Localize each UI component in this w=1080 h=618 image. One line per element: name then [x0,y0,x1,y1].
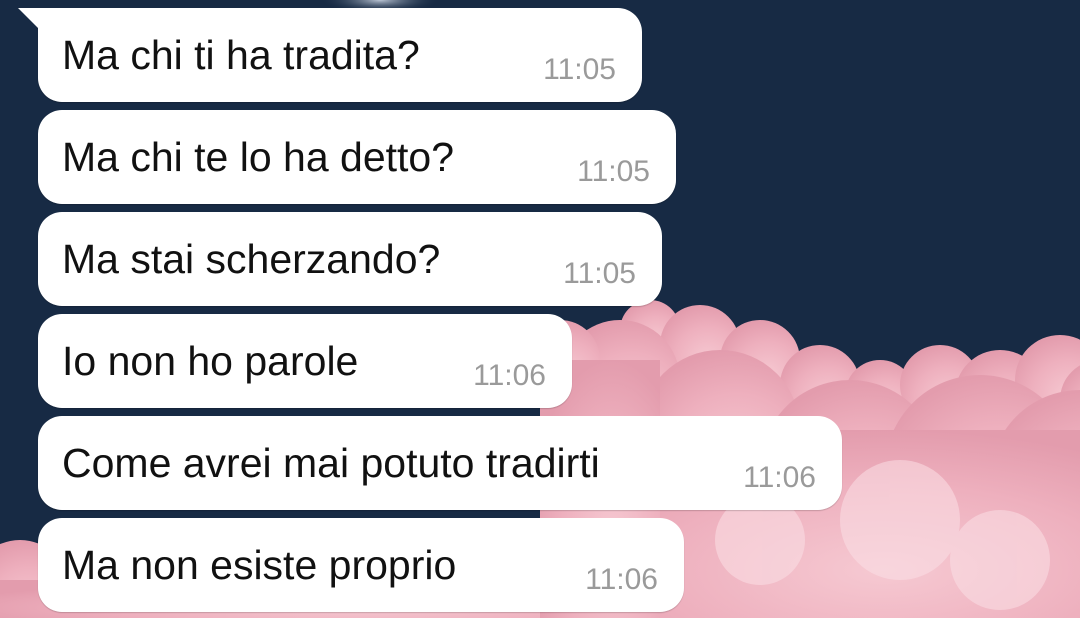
message-text: Ma stai scherzando? [62,236,441,282]
message-time: 11:06 [473,359,546,392]
message-time: 11:05 [543,53,616,86]
message-time: 11:05 [563,257,636,290]
message-time: 11:05 [577,155,650,188]
message-text: Io non ho parole [62,338,359,384]
message-bubble[interactable]: Ma non esiste proprio 11:06 [38,518,684,612]
message-text: Ma chi ti ha tradita? [62,32,420,78]
message-text: Ma non esiste proprio [62,542,457,588]
message-bubble[interactable]: Ma stai scherzando? 11:05 [38,212,662,306]
message-bubble[interactable]: Ma chi ti ha tradita? 11:05 [18,8,642,102]
message-bubble[interactable]: Io non ho parole 11:06 [38,314,572,408]
message-time: 11:06 [743,461,816,494]
message-bubble[interactable]: Ma chi te lo ha detto? 11:05 [38,110,676,204]
message-bubble[interactable]: Come avrei mai potuto tradirti 11:06 [38,416,842,510]
message-list: Ma chi ti ha tradita? 11:05 Ma chi te lo… [0,0,1080,618]
message-text: Ma chi te lo ha detto? [62,134,455,180]
message-text: Come avrei mai potuto tradirti [62,440,600,486]
message-time: 11:06 [585,563,658,596]
bubble-tail [18,8,40,30]
